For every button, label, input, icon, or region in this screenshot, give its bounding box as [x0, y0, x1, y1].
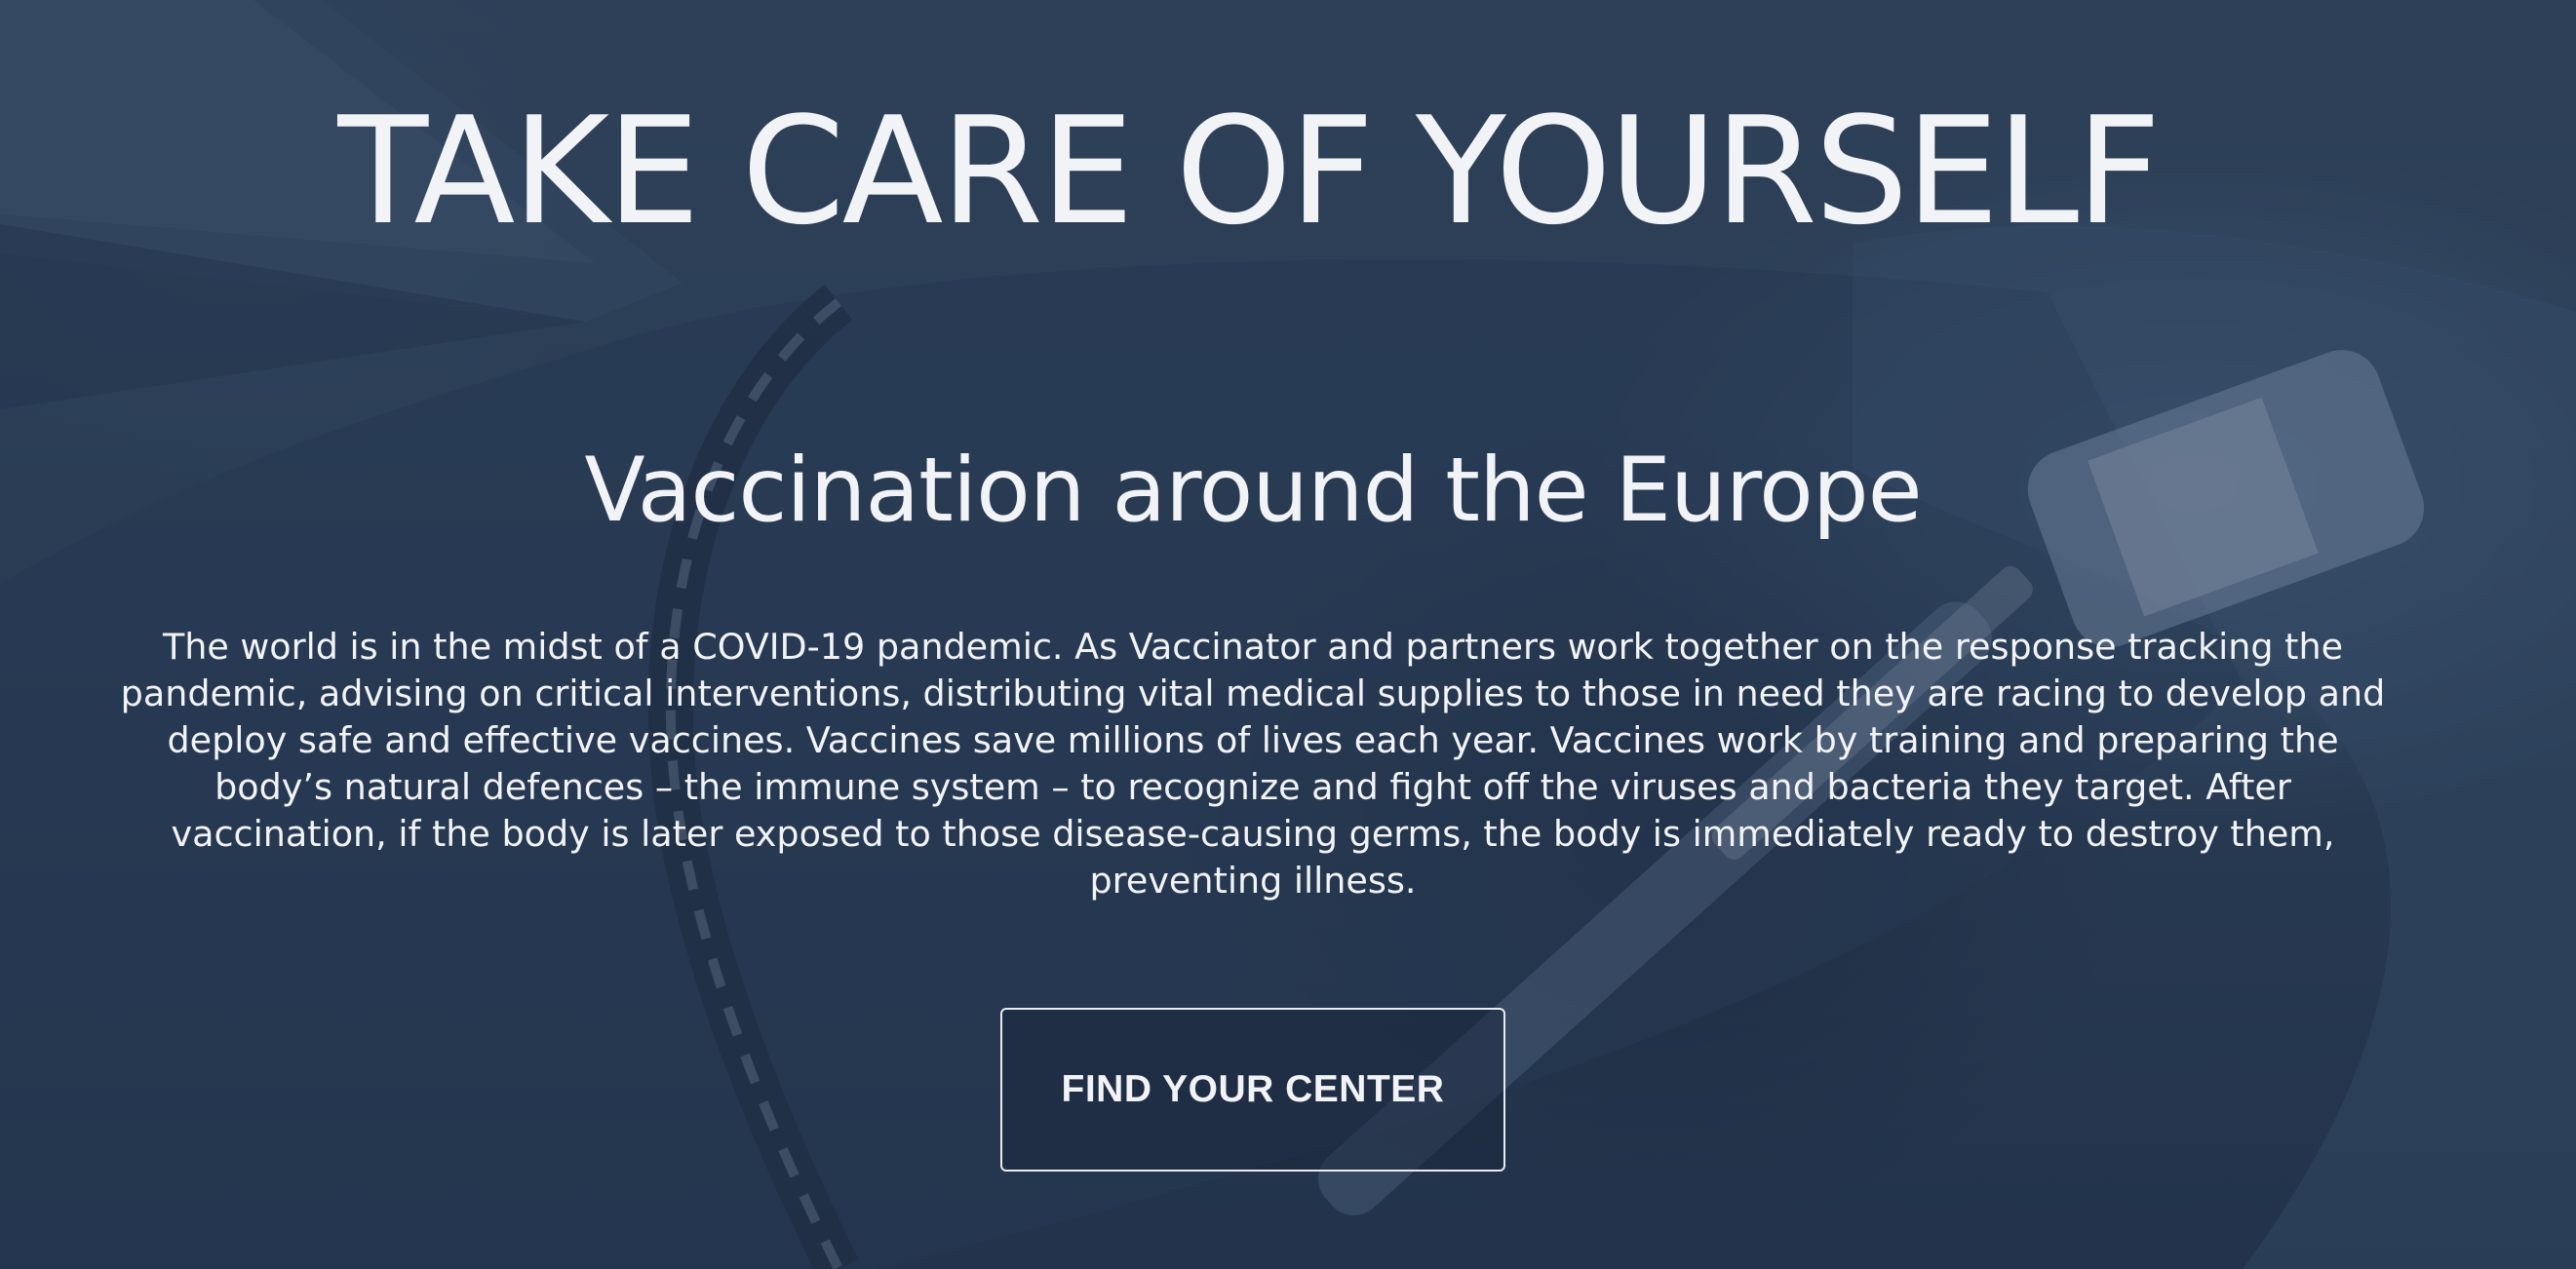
hero-section: TAKE CARE OF YOURSELF Vaccination around… [0, 0, 2576, 1269]
find-your-center-button[interactable]: FIND YOUR CENTER [1000, 1008, 1505, 1172]
hero-description: The world is in the midst of a COVID-19 … [120, 626, 2386, 902]
hero-subtitle: Vaccination around the Europe [584, 440, 1922, 542]
hero-title: TAKE CARE OF YOURSELF [337, 85, 2161, 257]
